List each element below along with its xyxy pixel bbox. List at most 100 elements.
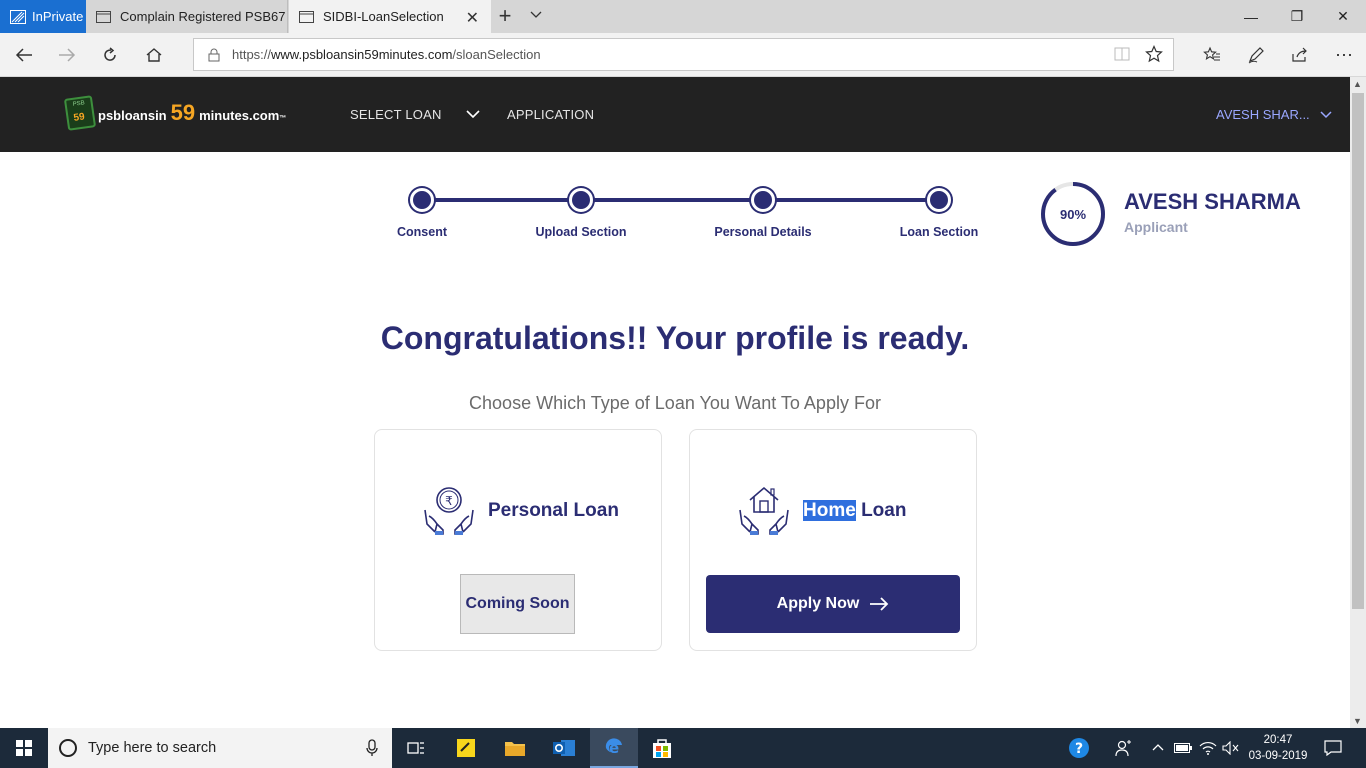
- edge-browser-icon[interactable]: e: [590, 728, 638, 768]
- page-icon: [96, 10, 111, 23]
- battery-icon[interactable]: [1172, 728, 1194, 768]
- task-view-icon[interactable]: [392, 728, 440, 768]
- forward-icon[interactable]: [53, 41, 81, 69]
- inprivate-badge: InPrivate: [0, 0, 86, 33]
- step-label: Consent: [397, 225, 447, 239]
- applicant-name: AVESH SHARMA: [1124, 189, 1301, 214]
- logo-badge-num: 59: [72, 111, 86, 124]
- step-dot: [569, 188, 593, 212]
- chevron-down-icon: [1320, 110, 1332, 118]
- logo-number: 59: [170, 100, 196, 125]
- browser-toolbar: https://www.psbloansin59minutes.com/sloa…: [0, 33, 1366, 77]
- page-icon: [299, 10, 314, 23]
- site-header: PSB 59 psbloansin 59 minutes.com ™ SELECT…: [0, 77, 1350, 152]
- step-personal-details[interactable]: Personal Details: [693, 186, 833, 239]
- clock-time: 20:47: [1263, 734, 1293, 746]
- favorite-star-icon[interactable]: [1145, 45, 1163, 63]
- restore-icon[interactable]: ❐: [1274, 0, 1320, 33]
- store-icon[interactable]: [638, 728, 686, 768]
- step-dot: [927, 188, 951, 212]
- home-loan-title-rest: Loan: [861, 500, 907, 521]
- windows-start-icon[interactable]: [0, 728, 48, 768]
- tab-complain-registered[interactable]: Complain Registered PSB67: [86, 0, 288, 33]
- volume-muted-icon[interactable]: [1220, 728, 1242, 768]
- more-menu-icon[interactable]: ⋯: [1330, 41, 1358, 69]
- url-path: /sloanSelection: [452, 47, 541, 62]
- tab-title: SIDBI-LoanSelection: [323, 9, 444, 24]
- home-loan-card: Home Loan Apply Now: [689, 429, 977, 651]
- address-bar[interactable]: https://www.psbloansin59minutes.com/sloa…: [193, 38, 1174, 71]
- favorites-icon[interactable]: [1198, 41, 1226, 69]
- home-loan-title-selected: Home: [803, 500, 856, 521]
- stepper-track: [422, 198, 940, 202]
- logo-badge-icon: PSB 59: [63, 95, 97, 131]
- apply-now-button[interactable]: Apply Now: [706, 575, 960, 633]
- step-loan-section[interactable]: Loan Section: [869, 186, 1009, 239]
- page-subtitle: Choose Which Type of Loan You Want To Ap…: [469, 393, 881, 413]
- nav-application[interactable]: APPLICATION: [507, 107, 594, 122]
- apply-now-label: Apply Now: [776, 595, 860, 612]
- refresh-icon[interactable]: [96, 41, 124, 69]
- personal-loan-title: Personal Loan: [488, 500, 619, 521]
- progress-percent: 90%: [1059, 206, 1087, 222]
- windows-taskbar: Type here to search e ? 20:47 03-09-2019: [0, 728, 1366, 768]
- reading-view-icon[interactable]: [1113, 45, 1131, 63]
- applicant-role: Applicant: [1124, 219, 1188, 235]
- system-clock[interactable]: 20:47 03-09-2019: [1246, 732, 1310, 764]
- house-hands-icon: [739, 486, 789, 535]
- scroll-down-icon[interactable]: ▼: [1353, 716, 1362, 726]
- nav-select-loan[interactable]: SELECT LOAN: [350, 107, 442, 122]
- main-content: Consent Upload Section Personal Details …: [0, 152, 1350, 728]
- share-icon[interactable]: [1286, 41, 1314, 69]
- help-icon[interactable]: ?: [1064, 728, 1094, 768]
- file-explorer-icon[interactable]: [491, 728, 539, 768]
- chevron-down-icon[interactable]: [528, 6, 544, 27]
- lock-icon: [208, 48, 220, 61]
- user-menu[interactable]: AVESH SHAR...: [1216, 107, 1332, 122]
- scrollbar-thumb[interactable]: [1352, 93, 1364, 609]
- svg-text:?: ?: [1075, 741, 1083, 757]
- taskbar-search-placeholder: Type here to search: [88, 740, 217, 756]
- back-icon[interactable]: [10, 41, 38, 69]
- personal-loan-card: ₹ Personal Loan Coming Soon: [374, 429, 662, 651]
- coming-soon-button[interactable]: Coming Soon: [460, 574, 575, 634]
- chevron-up-icon[interactable]: [1148, 728, 1168, 768]
- home-loan-title: Home Loan: [803, 500, 906, 522]
- step-label: Upload Section: [535, 225, 627, 239]
- progress-stepper: Consent Upload Section Personal Details …: [380, 186, 980, 246]
- step-dot: [751, 188, 775, 212]
- step-consent[interactable]: Consent: [352, 186, 492, 239]
- user-menu-label: AVESH SHAR...: [1216, 107, 1310, 122]
- notifications-icon[interactable]: [1320, 728, 1346, 768]
- microphone-icon[interactable]: [366, 739, 378, 757]
- logo-tm: ™: [279, 115, 287, 122]
- sticky-notes-icon[interactable]: [442, 728, 490, 768]
- tab-loan-selection[interactable]: SIDBI-LoanSelection ✕: [289, 0, 491, 33]
- outlook-icon[interactable]: [540, 728, 588, 768]
- scroll-up-icon[interactable]: ▲: [1353, 79, 1362, 89]
- profile-progress-ring: 90%: [1040, 181, 1106, 247]
- arrow-right-icon: [870, 597, 889, 611]
- url-scheme: https://: [232, 47, 272, 62]
- step-label: Personal Details: [714, 225, 812, 239]
- minimize-icon[interactable]: ―: [1228, 0, 1274, 33]
- logo-prefix: psbloansin: [98, 108, 167, 123]
- people-icon[interactable]: [1110, 728, 1136, 768]
- logo-suffix: minutes.com: [199, 108, 280, 123]
- home-icon[interactable]: [140, 41, 168, 69]
- wifi-icon[interactable]: [1196, 728, 1220, 768]
- taskbar-search-box[interactable]: Type here to search: [48, 728, 392, 768]
- site-logo[interactable]: PSB 59 psbloansin 59 minutes.com ™: [63, 95, 287, 131]
- new-tab-icon[interactable]: +: [494, 5, 516, 27]
- logo-badge-top: PSB: [72, 100, 86, 108]
- page-title: Congratulations!! Your profile is ready.: [380, 320, 970, 356]
- page-scrollbar[interactable]: ▲ ▼: [1350, 77, 1366, 728]
- svg-text:₹: ₹: [445, 494, 453, 508]
- step-upload-section[interactable]: Upload Section: [511, 186, 651, 239]
- clock-date: 03-09-2019: [1248, 750, 1308, 762]
- chevron-down-icon[interactable]: [465, 107, 481, 126]
- url-host: www.psbloansin59minutes.com: [271, 47, 453, 62]
- close-window-icon[interactable]: ✕: [1320, 0, 1366, 33]
- close-tab-icon[interactable]: ✕: [466, 8, 479, 28]
- pen-icon[interactable]: [1242, 41, 1270, 69]
